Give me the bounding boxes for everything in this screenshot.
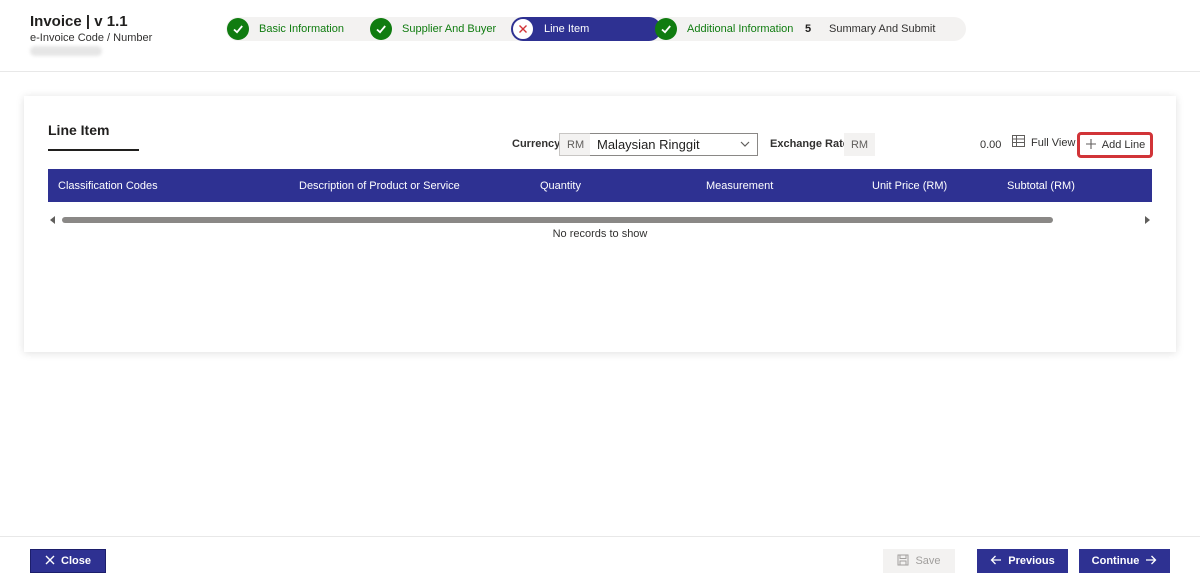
save-label: Save <box>915 555 941 567</box>
document-title: Invoice | v 1.1 <box>30 13 128 30</box>
step-label: Summary And Submit <box>829 23 936 35</box>
step-label: Supplier And Buyer <box>402 23 497 35</box>
exchange-rate-prefix: RM <box>844 133 875 156</box>
currency-select-value: Malaysian Ringgit <box>597 137 700 152</box>
chevron-down-icon <box>739 138 751 153</box>
currency-label: Currency <box>512 138 561 150</box>
add-line-label: Add Line <box>1101 139 1146 151</box>
check-icon <box>227 18 249 40</box>
section-title: Line Item <box>48 122 110 138</box>
full-view-label: Full View <box>1031 136 1076 149</box>
save-icon <box>897 554 909 569</box>
column-header-classification-codes[interactable]: Classification Codes <box>58 180 158 192</box>
check-icon <box>370 18 392 40</box>
previous-button[interactable]: Previous <box>977 549 1068 573</box>
column-header-description[interactable]: Description of Product or Service <box>299 180 460 192</box>
total-amount: 0.00 <box>980 139 1002 151</box>
step-additional-information[interactable]: Additional Information <box>654 17 793 41</box>
line-item-card: Line Item Currency RM Malaysian Ringgit … <box>24 96 1176 352</box>
progress-stepper: Basic Information Supplier And Buyer Lin… <box>226 17 966 41</box>
add-line-button[interactable]: Add Line <box>1077 132 1153 158</box>
currency-prefix: RM <box>559 133 593 156</box>
step-basic-information[interactable]: Basic Information <box>226 17 344 41</box>
close-icon <box>512 18 534 40</box>
check-icon <box>655 18 677 40</box>
continue-label: Continue <box>1091 555 1140 567</box>
document-number-redacted <box>30 46 102 56</box>
close-label: Close <box>61 555 91 567</box>
page-footer: Close Save Previous Continue <box>0 536 1200 584</box>
scroll-left-icon[interactable] <box>50 216 55 224</box>
arrow-left-icon <box>990 554 1002 569</box>
column-header-measurement[interactable]: Measurement <box>706 180 773 192</box>
step-number: 5 <box>797 18 819 40</box>
step-summary-and-submit[interactable]: 5 Summary And Submit <box>796 17 935 41</box>
step-label: Basic Information <box>259 23 344 35</box>
section-title-underline <box>48 149 139 151</box>
close-button[interactable]: Close <box>30 549 106 573</box>
table-header: Classification Codes Description of Prod… <box>48 169 1152 202</box>
document-code-label: e-Invoice Code / Number <box>30 32 153 44</box>
scrollbar-thumb[interactable] <box>62 217 1053 223</box>
previous-label: Previous <box>1008 555 1055 567</box>
page-header: Invoice | v 1.1 e-Invoice Code / Number … <box>0 0 1200 72</box>
step-label: Additional Information <box>687 23 794 35</box>
column-header-quantity[interactable]: Quantity <box>540 180 581 192</box>
scroll-right-icon[interactable] <box>1145 216 1150 224</box>
arrow-right-icon <box>1145 554 1157 569</box>
exchange-rate-label: Exchange Rate <box>770 138 849 150</box>
continue-button[interactable]: Continue <box>1079 549 1170 573</box>
column-header-subtotal[interactable]: Subtotal (RM) <box>1007 180 1075 192</box>
empty-table-message: No records to show <box>552 228 648 240</box>
step-label: Line Item <box>544 23 590 35</box>
save-button[interactable]: Save <box>883 549 955 573</box>
horizontal-scrollbar[interactable] <box>48 215 1152 225</box>
currency-select[interactable]: Malaysian Ringgit <box>590 133 758 156</box>
step-line-item[interactable]: Line Item <box>511 17 661 41</box>
table-icon <box>1012 135 1025 150</box>
full-view-button[interactable]: Full View <box>1012 135 1075 150</box>
step-supplier-and-buyer[interactable]: Supplier And Buyer <box>369 17 496 41</box>
plus-icon <box>1085 138 1097 153</box>
close-icon <box>45 555 55 568</box>
column-header-unit-price[interactable]: Unit Price (RM) <box>872 180 947 192</box>
